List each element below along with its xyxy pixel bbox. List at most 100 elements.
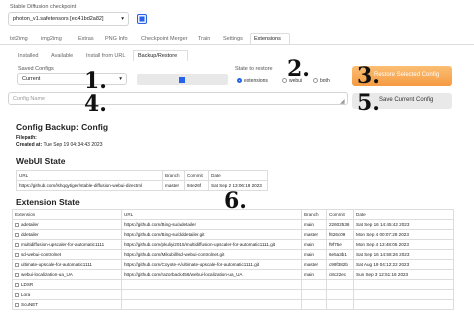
extension-checkbox[interactable] (15, 232, 19, 237)
extension-state-title: Extension State (16, 197, 80, 207)
radio-label: both (320, 78, 330, 84)
date-cell (353, 299, 454, 310)
url-cell: https://github.com/Coyote-A/ultimate-ups… (121, 259, 302, 270)
branch-cell: main (301, 249, 327, 260)
tab-checkpoint-merger[interactable]: Checkpoint Merger (141, 36, 187, 42)
name-text: adetailer (21, 222, 39, 227)
table-row: sd-webui-controlnet https://github.com/Mi… (12, 249, 454, 260)
tab-settings[interactable]: Settings (223, 36, 243, 42)
tab-png-info[interactable]: PNG Info (105, 36, 128, 42)
name-text: LDSR (21, 282, 34, 287)
commit-text: c99f382b (329, 262, 348, 267)
config-name-input[interactable]: Config Name (8, 92, 348, 105)
branch-text: master (304, 262, 319, 267)
tab-train[interactable]: Train (198, 36, 210, 42)
date-cell: Sat Sep 16 14:58:26 2023 (353, 249, 454, 260)
date-text: Mon Sep 4 00:07:28 2023 (356, 232, 409, 237)
branch-text: main (304, 272, 314, 277)
commit-cell (326, 299, 354, 310)
radio-extensions[interactable]: extensions (237, 78, 268, 84)
tab-available[interactable]: Available (51, 53, 73, 59)
branch-text: main (304, 222, 314, 227)
tab-extras[interactable]: Extras (78, 36, 94, 42)
commit-cell: 6e5a3b1 (326, 249, 354, 260)
col-header: URL (16, 170, 163, 181)
commit-text: c8c22ec (329, 272, 347, 277)
table-row: ScuNET (12, 299, 454, 310)
checkpoint-label: Stable Diffusion checkpoint (10, 4, 77, 10)
extension-checkbox[interactable] (15, 252, 19, 257)
refresh-icon (139, 16, 145, 22)
refresh-configs-button[interactable] (137, 74, 228, 85)
branch-cell (301, 279, 327, 290)
saved-configs-label: Saved Configs (18, 66, 54, 72)
radio-dot (237, 78, 242, 84)
commit-text: 6e5a3b1 (329, 252, 347, 257)
date-cell: Sun Sep 3 12:51:16 2023 (353, 269, 454, 280)
backup-title: Config Backup: Config (16, 122, 109, 132)
extension-checkbox[interactable] (15, 272, 19, 277)
table-row: ddetailer https://github.com/Bing-su/ddde… (12, 229, 454, 240)
name-cell: multidiffusion-upscaler-for-automatic111… (12, 239, 122, 250)
active-subtab-frame (133, 50, 188, 61)
refresh-checkpoint-button[interactable] (137, 14, 147, 24)
created-value: Tue Sep 19 04:34:43 2023 (43, 142, 103, 148)
tab-installed[interactable]: Installed (18, 53, 39, 59)
active-tab-frame (250, 33, 290, 44)
name-text: ScuNET (21, 302, 39, 307)
branch-text: master (304, 232, 319, 237)
date-cell (353, 279, 454, 290)
col-header: URL (121, 209, 302, 220)
date-text: Sat Sep 16 14:58:26 2023 (356, 252, 410, 257)
date-text: Sat Sep 16 14:45:42 2023 (356, 222, 410, 227)
radio-both[interactable]: both (313, 78, 330, 84)
date-cell: Sat Sep 2 13:06:19 2023 (208, 180, 268, 191)
extension-checkbox[interactable] (15, 292, 19, 297)
extension-checkbox[interactable] (15, 242, 19, 247)
date-cell: Sat Sep 16 14:45:42 2023 (353, 219, 454, 230)
commit-cell: c8c22ec (326, 269, 354, 280)
webui-state-table: URL Branch Commit Date https://github.co… (16, 170, 268, 191)
url-text: https://github.com/pkuliyi2015/multidiff… (124, 242, 276, 247)
tab-install-from-url[interactable]: Install from URL (86, 53, 125, 59)
name-cell: LDSR (12, 279, 122, 290)
url-text: https://github.com/Bing-su/dddetailer.gi… (124, 232, 205, 237)
tab-img2img[interactable]: img2img (41, 36, 62, 42)
url-cell: https://github.com/Bing-su/adetailer (121, 219, 302, 230)
url-cell: https://github.com/Mikubill/sd-webui-con… (121, 249, 302, 260)
extension-state-table: Extension URL Branch Commit Date adetail… (12, 209, 454, 310)
tab-txt2img[interactable]: txt2img (10, 36, 28, 42)
extension-checkbox[interactable] (15, 262, 19, 267)
branch-cell (301, 299, 327, 310)
name-text: ultimate-upscale-for-automatic1111 (21, 262, 92, 267)
branch-cell: master (301, 229, 327, 240)
table-row: webui-localization-ua_UA https://github.c… (12, 269, 454, 280)
checkpoint-select[interactable]: photon_v1.safetensors [ec41bd2a82] ▾ (8, 12, 129, 26)
filepath-label: Filepath: (16, 135, 37, 141)
url-cell: https://github.com/razorback456/webui-lo… (121, 269, 302, 280)
extension-checkbox[interactable] (15, 222, 19, 227)
extension-checkbox[interactable] (15, 302, 19, 307)
branch-cell: master (162, 180, 185, 191)
table-row: Lora (12, 289, 454, 300)
url-text: https://github.com/Bing-su/adetailer (124, 222, 197, 227)
name-cell: ultimate-upscale-for-automatic1111 (12, 259, 122, 270)
col-header: Branch (301, 209, 327, 220)
url-cell: https://github.com/Bing-su/dddetailer.gi… (121, 229, 302, 240)
col-header: Date (208, 170, 268, 181)
commit-cell: c99f382b (326, 259, 354, 270)
name-text: multidiffusion-upscaler-for-automatic111… (21, 242, 105, 247)
extension-checkbox[interactable] (15, 282, 19, 287)
branch-cell: master (301, 259, 327, 270)
url-cell (121, 279, 302, 290)
name-cell: adetailer (12, 219, 122, 230)
url-cell: https://github.com/lshqqytiger/stable-di… (16, 180, 163, 191)
col-header: Commit (184, 170, 209, 181)
date-cell: Sat Aug 19 04:12:22 2023 (353, 259, 454, 270)
saved-configs-select[interactable]: Current ▾ (17, 73, 127, 85)
commit-cell: f9f75e (326, 239, 354, 250)
table-row: https://github.com/lshqqytiger/stable-di… (16, 180, 268, 191)
table-header-row: URL Branch Commit Date (16, 170, 268, 181)
branch-cell: main (301, 239, 327, 250)
name-cell: sd-webui-controlnet (12, 249, 122, 260)
